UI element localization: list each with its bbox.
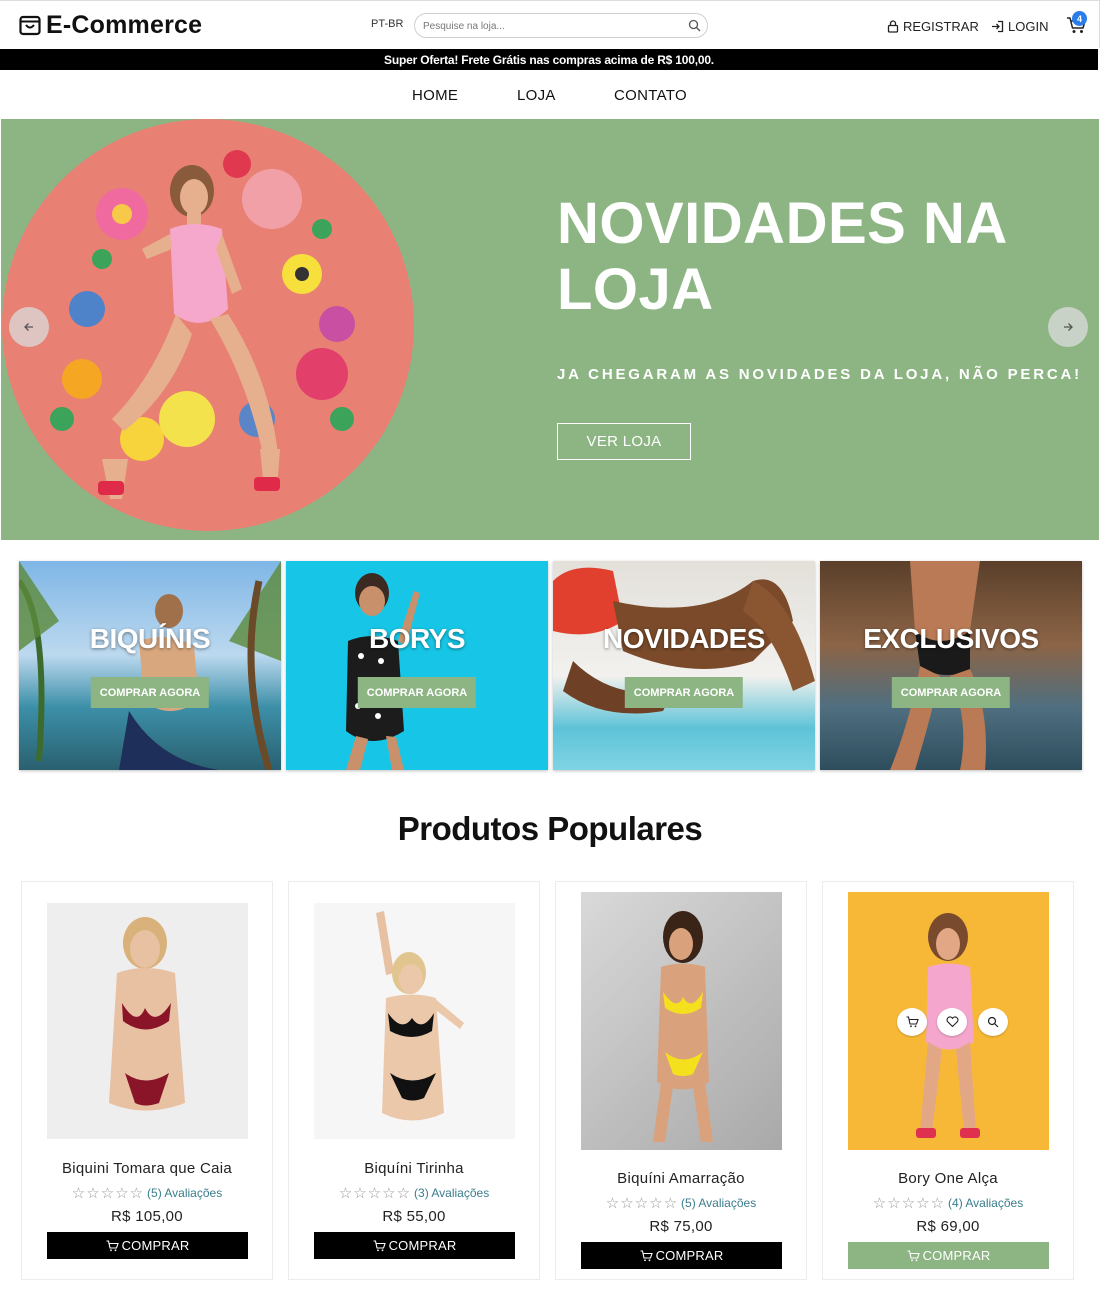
category-name: BIQUÍNIS [89, 623, 211, 654]
product-card[interactable]: Biquíni Tirinha ☆☆☆☆☆ (3) Avaliações R$ … [288, 881, 540, 1280]
product-price: R$ 69,00 [916, 1218, 980, 1235]
product-name[interactable]: Bory One Alça [823, 1170, 1073, 1187]
cart-icon [373, 1239, 386, 1251]
product-image[interactable] [581, 892, 782, 1150]
wishlist-quick-button[interactable] [937, 1008, 967, 1036]
shop-now-button[interactable]: COMPRAR AGORA [357, 677, 477, 708]
product-photo [653, 911, 713, 1142]
buy-button-label: COMPRAR [121, 1238, 190, 1253]
product-rating: ☆☆☆☆☆ (5) Avaliações [556, 1194, 806, 1212]
arrow-left-icon [24, 323, 33, 331]
review-count[interactable]: (5) Avaliações [681, 1196, 756, 1210]
carousel-prev-button[interactable] [9, 307, 49, 347]
cart-icon [907, 1249, 920, 1261]
search-input[interactable] [423, 17, 673, 35]
site-header: E-Commerce PT-BR REGISTRAR LOGIN 4 [0, 0, 1100, 48]
buy-button[interactable]: COMPRAR [848, 1242, 1049, 1269]
product-name[interactable]: Biquíni Amarração [556, 1170, 806, 1187]
cart-count-badge: 4 [1072, 11, 1087, 26]
product-name[interactable]: Biquini Tomara que Caia [22, 1160, 272, 1177]
buy-button[interactable]: COMPRAR [47, 1232, 248, 1259]
add-to-cart-quick-button[interactable] [897, 1008, 927, 1036]
category-image [890, 561, 986, 770]
login-label: LOGIN [1008, 18, 1049, 34]
shopping-bag-icon [19, 15, 41, 36]
category-card-biquinis[interactable]: BIQUÍNIS COMPRAR AGORA [19, 561, 281, 770]
brand-name: E-Commerce [46, 10, 203, 39]
product-card[interactable]: Biquíni Amarração ☆☆☆☆☆ (5) Avaliações R… [555, 881, 807, 1280]
category-image [553, 567, 815, 714]
category-name: EXCLUSIVOS [863, 623, 1039, 654]
nav-item-home[interactable]: HOME [412, 87, 458, 104]
star-rating-icon[interactable]: ☆☆☆☆☆ [873, 1194, 945, 1212]
product-image[interactable] [314, 903, 515, 1139]
shop-now-button[interactable]: COMPRAR AGORA [90, 677, 210, 708]
review-count[interactable]: (3) Avaliações [414, 1186, 489, 1200]
category-image [19, 561, 281, 770]
search-icon [987, 1016, 999, 1028]
search-icon[interactable] [688, 19, 701, 32]
star-rating-icon[interactable]: ☆☆☆☆☆ [72, 1184, 144, 1202]
buy-button-label: COMPRAR [388, 1238, 457, 1253]
nav-item-loja[interactable]: LOJA [517, 87, 556, 104]
buy-button-label: COMPRAR [655, 1248, 724, 1263]
product-card[interactable]: Bory One Alça ☆☆☆☆☆ (4) Avaliações R$ 69… [822, 881, 1074, 1280]
product-rating: ☆☆☆☆☆ (4) Avaliações [823, 1194, 1073, 1212]
login-icon [992, 20, 1004, 32]
language-selector[interactable]: PT-BR [371, 18, 403, 30]
lock-icon [887, 19, 899, 33]
star-rating-icon[interactable]: ☆☆☆☆☆ [339, 1184, 411, 1202]
category-card-borys[interactable]: BORYS COMPRAR AGORA [286, 561, 548, 770]
main-nav: HOME LOJA CONTATO [0, 70, 1100, 119]
hero-subtitle: JA CHEGARAM AS NOVIDADES DA LOJA, NÃO PE… [557, 366, 1082, 383]
model-illustration [50, 150, 355, 499]
product-rating: ☆☆☆☆☆ (5) Avaliações [22, 1184, 272, 1202]
login-link[interactable]: LOGIN [991, 17, 1048, 35]
product-price: R$ 105,00 [111, 1208, 183, 1225]
product-rating: ☆☆☆☆☆ (3) Avaliações [289, 1184, 539, 1202]
view-store-button[interactable]: VER LOJA [557, 423, 691, 460]
buy-button[interactable]: COMPRAR [314, 1232, 515, 1259]
nav-item-contato[interactable]: CONTATO [614, 87, 687, 104]
cart-icon [106, 1239, 119, 1251]
review-count[interactable]: (4) Avaliações [948, 1196, 1023, 1210]
search-box [414, 13, 708, 38]
shop-now-button[interactable]: COMPRAR AGORA [624, 677, 744, 708]
quick-view-button[interactable] [978, 1008, 1008, 1036]
product-image[interactable] [47, 903, 248, 1139]
hero-title: NOVIDADES NA LOJA [557, 191, 1006, 322]
category-image [346, 573, 420, 770]
section-title-popular: Produtos Populares [397, 810, 703, 847]
category-card-novidades[interactable]: NOVIDADES COMPRAR AGORA [553, 561, 815, 770]
cart-icon [640, 1249, 653, 1261]
carousel-next-button[interactable] [1048, 307, 1088, 347]
buy-button-label: COMPRAR [922, 1248, 991, 1263]
register-link[interactable]: REGISTRAR [887, 17, 979, 35]
arrow-right-icon [1064, 323, 1073, 331]
hero-banner: NOVIDADES NA LOJA JA CHEGARAM AS NOVIDAD… [1, 119, 1099, 540]
category-name: BORYS [368, 623, 466, 654]
star-rating-icon[interactable]: ☆☆☆☆☆ [606, 1194, 678, 1212]
heart-icon [946, 1016, 958, 1028]
product-name[interactable]: Biquíni Tirinha [289, 1160, 539, 1177]
product-photo [376, 911, 464, 1121]
category-name: NOVIDADES [603, 623, 765, 654]
category-card-exclusivos[interactable]: EXCLUSIVOS COMPRAR AGORA [820, 561, 1082, 770]
announcement-bar: Super Oferta! Frete Grátis nas compras a… [0, 49, 1098, 70]
buy-button[interactable]: COMPRAR [581, 1242, 782, 1269]
product-card[interactable]: Biquini Tomara que Caia ☆☆☆☆☆ (5) Avalia… [21, 881, 273, 1280]
logo[interactable]: E-Commerce [18, 11, 202, 39]
product-price: R$ 75,00 [649, 1218, 713, 1235]
shop-now-button[interactable]: COMPRAR AGORA [891, 677, 1011, 708]
cart-icon [906, 1016, 919, 1028]
register-label: REGISTRAR [903, 18, 979, 34]
review-count[interactable]: (5) Avaliações [147, 1186, 222, 1200]
hero-image [2, 119, 414, 531]
product-price: R$ 55,00 [382, 1208, 446, 1225]
product-photo [109, 917, 185, 1111]
